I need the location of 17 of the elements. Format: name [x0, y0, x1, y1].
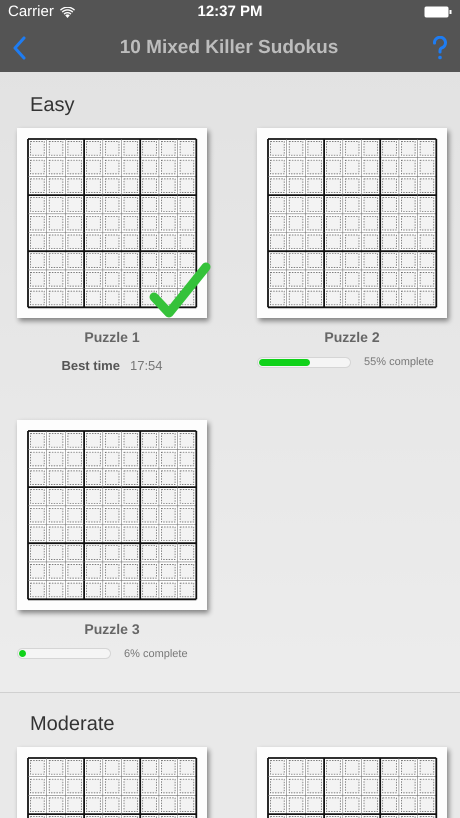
puzzle-thumbnail-drawing[interactable]: [257, 128, 447, 318]
puzzle-thumbnail-drawing[interactable]: [17, 128, 207, 318]
nav-title: 10 Mixed Killer Sudokus: [118, 36, 340, 60]
puzzle-thumbnail-drawing[interactable]: [17, 420, 207, 610]
battery-icon: [424, 6, 452, 18]
section-title: Easy: [30, 93, 76, 118]
progress-label: 55% complete: [364, 355, 434, 370]
wifi-icon: [60, 6, 75, 18]
best-time-value: 17:54: [130, 357, 163, 375]
section-title: Moderate: [30, 712, 116, 737]
best-time-label: Best time: [61, 357, 120, 375]
puzzle-title: Puzzle 2: [324, 328, 380, 347]
puzzle-title: Puzzle 3: [84, 620, 140, 638]
progress-label: 6% complete: [124, 646, 188, 662]
status-time: 12:37 PM: [197, 2, 263, 22]
carrier-label: Carrier: [8, 2, 54, 22]
puzzle-title: Puzzle 1: [84, 328, 140, 347]
